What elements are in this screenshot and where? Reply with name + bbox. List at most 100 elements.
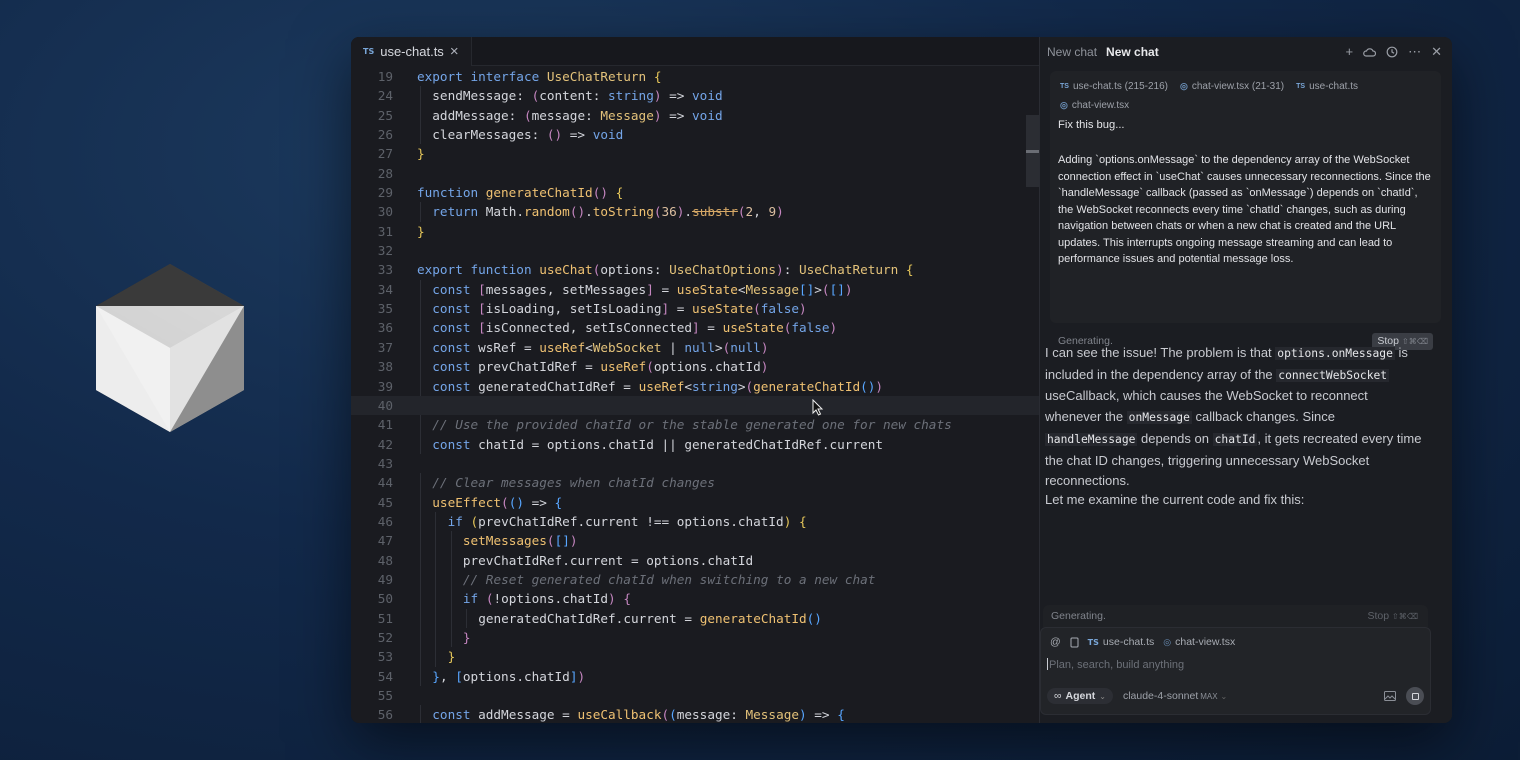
cloud-icon[interactable]	[1363, 47, 1377, 57]
react-file-icon: ◎	[1180, 81, 1188, 91]
code-text: export interface UseChatReturn {	[417, 67, 661, 86]
code-line[interactable]: 45 useEffect(() => {	[351, 492, 1039, 512]
code-line[interactable]: 40	[351, 395, 1039, 416]
code-line[interactable]: 54}, [options.chatId])	[351, 666, 1039, 686]
code-line[interactable]: 52}	[351, 627, 1039, 648]
code-line[interactable]: 49 // Reset generated chatId when switchi…	[351, 569, 1039, 590]
agent-mode-selector[interactable]: ∞ Agent ⌄	[1047, 688, 1113, 704]
code-line[interactable]: 34 const [messages, setMessages] = useSta…	[351, 279, 1039, 300]
code-text: return Math.random().toString(36).substr…	[432, 202, 783, 221]
code-line[interactable]: 24 sendMessage: (content: string) => void	[351, 86, 1039, 106]
close-icon[interactable]: ✕	[1431, 44, 1442, 60]
code-line[interactable]: 42 const chatId = options.chatId || gener…	[351, 434, 1039, 454]
code-line[interactable]: 25 addMessage: (message: Message) => void	[351, 105, 1039, 126]
code-line[interactable]: 19 export interface UseChatReturn {	[351, 67, 1039, 86]
history-icon[interactable]	[1386, 46, 1398, 58]
code-line[interactable]: 35 const [isLoading, setIsLoading] = useS…	[351, 299, 1039, 319]
code-line[interactable]: 39 const generatedChatIdRef = useRef<stri…	[351, 376, 1039, 396]
context-chip[interactable]: ◎ chat-view.tsx (21-31)	[1180, 79, 1284, 94]
code-token: generatedChatIdRef =	[478, 378, 639, 394]
code-token: prevChatIdRef.current = options.chatId	[462, 552, 754, 568]
send-button[interactable]	[1406, 687, 1424, 705]
composer-context-chip[interactable]: ◎ chat-view.tsx	[1163, 636, 1235, 648]
code-token: Message	[745, 281, 799, 297]
tab-use-chat-ts[interactable]: TS use-chat.ts ×	[351, 37, 472, 66]
code-line[interactable]: 33 export function useChat(options: UseCh…	[351, 260, 1039, 279]
code-token: =>	[806, 707, 838, 723]
code-line[interactable]: 44 // Clear messages when chatId changes	[351, 473, 1039, 493]
code-line[interactable]: 28	[351, 164, 1039, 183]
code-line[interactable]: 38 const prevChatIdRef = useRef(options.c…	[351, 357, 1039, 377]
code-token: >	[814, 281, 822, 297]
code-line[interactable]: 53}	[351, 647, 1039, 667]
code-line[interactable]: 41 // Use the provided chatId or the stab…	[351, 415, 1039, 435]
mouse-pointer-icon	[812, 399, 824, 416]
indent-guide	[435, 550, 437, 570]
code-token: {	[615, 185, 624, 201]
code-token: messages, setMessages	[485, 281, 647, 297]
line-number: 34	[377, 281, 393, 297]
code-token: const	[432, 339, 479, 355]
code-line[interactable]: 26 clearMessages: () => void	[351, 125, 1039, 145]
line-number: 46	[377, 513, 393, 529]
mention-icon[interactable]: @	[1050, 636, 1061, 648]
model-selector[interactable]: claude-4-sonnet MAX ⌄	[1123, 690, 1227, 702]
code-area[interactable]: 19 export interface UseChatReturn {24 send…	[351, 67, 1039, 723]
line-number: 28	[377, 165, 393, 181]
image-icon[interactable]	[1384, 691, 1396, 701]
code-text: generatedChatIdRef.current = generateCha…	[478, 609, 822, 628]
line-number: 33	[377, 262, 393, 278]
code-line[interactable]: 43	[351, 454, 1039, 473]
more-icon[interactable]: ⋯	[1408, 44, 1421, 60]
code-line[interactable]: 37 const wsRef = useRef<WebSocket | null>…	[351, 337, 1039, 358]
assistant-reply: I can see the issue! The problem is that…	[1045, 343, 1423, 492]
code-line[interactable]: 36 const [isConnected, setIsConnected] = …	[351, 318, 1039, 338]
document-icon[interactable]	[1070, 637, 1079, 648]
code-token: =	[699, 320, 723, 336]
code-line[interactable]: 50 if (!options.chatId) {	[351, 589, 1039, 609]
code-line[interactable]: 55	[351, 686, 1039, 705]
user-message-card[interactable]: TS use-chat.ts (215-216) ◎ chat-view.tsx (…	[1050, 71, 1441, 350]
chip-label: use-chat.ts	[1309, 81, 1359, 92]
code-token: generateChatId	[753, 378, 861, 394]
composer-input[interactable]: Plan, search, build anything	[1047, 658, 1184, 671]
code-token: const	[432, 359, 479, 375]
chat-composer[interactable]: @ TS use-chat.ts ◎ chat-view.tsx Plan, sea…	[1040, 627, 1431, 715]
code-line[interactable]: 30 return Math.random().toString(36).subs…	[351, 202, 1039, 222]
chat-header: New chat New chat + ⋯ ✕	[1040, 37, 1452, 66]
code-line[interactable]: 31}	[351, 222, 1039, 241]
code-line[interactable]: 56 const addMessage = useCallback((messag…	[351, 705, 1039, 723]
code-token: (	[653, 204, 662, 220]
code-token: !options.chatId	[493, 591, 609, 607]
code-token: <	[684, 378, 693, 394]
code-line[interactable]: 46 if (prevChatIdRef.current !== options.…	[351, 511, 1039, 532]
composer-generating-status: Generating.	[1051, 610, 1106, 622]
composer-status-bar: Generating. Stop ⇧⌘⌫	[1043, 605, 1428, 627]
tab-chat-1[interactable]: New chat	[1047, 45, 1106, 59]
code-line[interactable]: 32	[351, 241, 1039, 260]
composer-context-chip[interactable]: TS use-chat.ts	[1088, 636, 1155, 648]
indent-guide	[420, 473, 421, 493]
context-chip[interactable]: TS use-chat.ts (215-216)	[1060, 79, 1168, 94]
code-text: const [isLoading, setIsLoading] = useSta…	[432, 299, 806, 318]
plus-icon[interactable]: +	[1346, 44, 1354, 59]
close-tab-icon[interactable]: ×	[450, 44, 459, 59]
code-token: wsRef =	[478, 339, 540, 355]
scrollbar-cursor-marker	[1026, 150, 1039, 153]
composer-stop-button[interactable]: Stop ⇧⌘⌫	[1367, 610, 1418, 622]
code-token: )	[875, 378, 884, 394]
code-line[interactable]: 48 prevChatIdRef.current = options.chatId	[351, 550, 1039, 570]
chip-label: use-chat.ts	[1102, 636, 1155, 648]
code-token: Message	[600, 107, 654, 123]
tab-chat-2[interactable]: New chat	[1106, 45, 1168, 59]
code-token: const	[432, 378, 479, 394]
code-line[interactable]: 29 function generateChatId() {	[351, 183, 1039, 202]
code-line[interactable]: 27}	[351, 144, 1039, 163]
assistant-reply-followup: Let me examine the current code and fix …	[1045, 492, 1305, 507]
code-line[interactable]: 51 generatedChatIdRef.current = generateC…	[351, 608, 1039, 628]
context-chip[interactable]: TS use-chat.ts	[1296, 79, 1358, 94]
code-text: sendMessage: (content: string) => void	[432, 86, 722, 105]
code-token: )	[577, 668, 586, 684]
context-chip[interactable]: ◎ chat-view.tsx	[1060, 98, 1129, 113]
code-line[interactable]: 47 setMessages([])	[351, 531, 1039, 551]
